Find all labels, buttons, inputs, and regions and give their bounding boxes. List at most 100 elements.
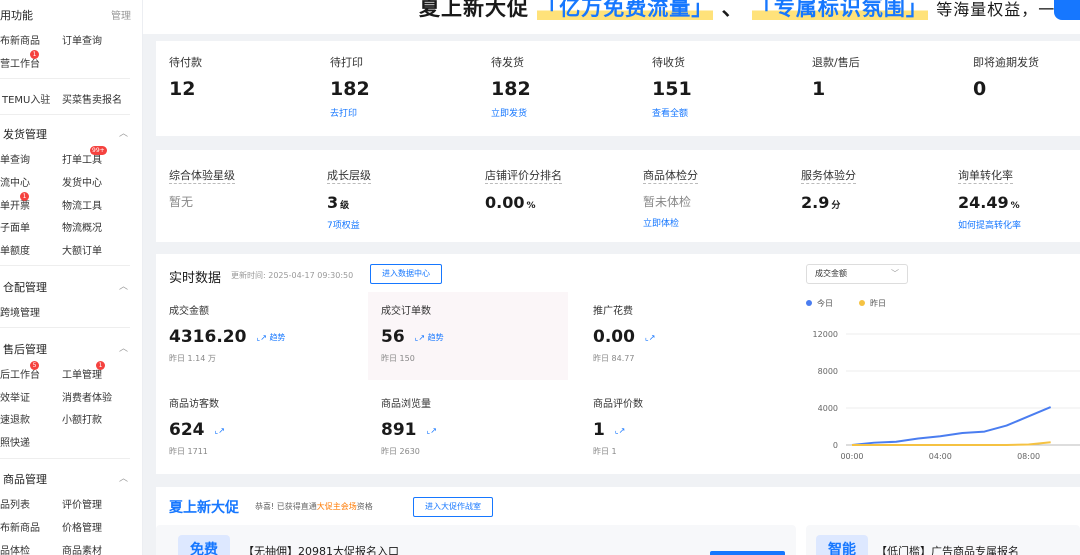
stat-refund[interactable]: 退款/售后 1 [812,54,860,100]
sidebar-item-consumer-exp[interactable]: 消费者体验 [62,389,112,404]
exp-product-check[interactable]: 商品体检分 暂未体检 立即体检 [643,164,698,229]
exp-value-text: 暂无 [169,195,194,209]
stat-overdue[interactable]: 即将逾期发货 0 [973,54,1039,100]
war-room-button[interactable]: 进入大促作战室 [413,497,493,517]
exp-label: 服务体验分 [801,169,856,184]
sidebar-item-logistics-overview[interactable]: 物流概况 [62,219,102,234]
trend-icon[interactable]: ⌞↗ [215,426,225,435]
stat-pending-receive[interactable]: 待收货 151 查看全额 [652,54,692,119]
rights-link[interactable]: 7项权益 [327,218,371,231]
promo-smart-entry[interactable]: 智能 【低门槛】广告商品专属报名 [806,525,1080,555]
chart-select-value: 成交金额 [815,269,847,278]
banner-button[interactable] [1054,0,1080,20]
sidebar-item-price[interactable]: 价格管理 [62,519,102,534]
section-warehouse-title: 仓配管理 [3,281,47,294]
order-stats-card: 待付款 12 待打印 182 去打印 待发货 182 立即发货 待收货 151 … [156,41,1080,136]
promo-card: 夏上新大促 恭喜! 已获得直通大促主会场资格 进入大促作战室 免费 【无抽佣】2… [156,487,1080,555]
metric-ad-spend[interactable]: 推广花费 0.00 ⌞↗ 昨日 84.77 [580,292,780,380]
sidebar-item-review-manage[interactable]: 评价管理 [62,496,102,511]
trend-link[interactable]: ⌞↗ 趋势 [256,332,285,343]
check-now-link[interactable]: 立即体检 [643,216,698,229]
metric-yesterday: 昨日 150 [381,354,415,363]
metric-orders[interactable]: 成交订单数 56 ⌞↗ 趋势 昨日 150 [368,292,568,380]
section-shipping[interactable]: 发货管理 ︿ [0,126,140,142]
trend-label: 趋势 [427,332,444,342]
trend-chart[interactable]: 0 4000 8000 12000 00:00 04:00 08:00 [800,324,1080,474]
legend-today[interactable]: 今日 [806,298,833,309]
metric-value: 56 [381,327,405,347]
sidebar-item-quota[interactable]: 单额度 [0,242,30,257]
metric-yesterday: 昨日 1 [593,447,617,456]
exp-value-text: 暂未体检 [643,195,692,209]
metric-visitors[interactable]: 商品访客数 624 ⌞↗ 昨日 1711 [156,385,356,473]
trend-icon[interactable]: ⌞↗ [427,426,437,435]
metric-yesterday: 昨日 84.77 [593,354,635,363]
section-aftersale[interactable]: 售后管理 ︿ [0,341,140,357]
promo-title: 夏上新大促 [169,500,239,516]
exp-star[interactable]: 综合体验星级 暂无 [169,164,235,210]
sidebar-item-ship-center[interactable]: 发货中心 [62,174,102,189]
exp-unit: 分 [831,201,841,211]
exp-unit: 级 [340,201,350,211]
metric-label: 商品评价数 [593,399,643,410]
exp-conversion[interactable]: 询单转化率 24.49% 如何提高转化率 [958,164,1021,231]
stat-value: 12 [169,78,196,100]
exp-label: 询单转化率 [958,169,1013,184]
chart-metric-select[interactable]: 成交金额 ﹀ [806,264,908,284]
stat-label: 待收货 [652,56,685,69]
exp-label: 商品体检分 [643,169,698,184]
sidebar-item-large-order[interactable]: 大额订单 [62,242,102,257]
stat-pending-ship[interactable]: 待发货 182 立即发货 [491,54,531,119]
sidebar-item-express[interactable]: 照快递 [0,434,30,449]
legend-yesterday[interactable]: 昨日 [859,298,886,309]
data-center-button[interactable]: 进入数据中心 [370,264,442,284]
sidebar-item-cross-border[interactable]: 跨境管理 [0,304,40,319]
section-product[interactable]: 商品管理 ︿ [0,471,140,487]
trend-icon[interactable]: ⌞↗ [615,426,625,435]
sidebar-item-small-pay[interactable]: 小额打款 [62,411,102,426]
stat-label: 退款/售后 [812,56,860,69]
sidebar-item-temu[interactable]: TEMU入驻 [2,91,50,106]
improve-conversion-link[interactable]: 如何提高转化率 [958,218,1021,231]
ship-now-link[interactable]: 立即发货 [491,106,531,119]
manage-link[interactable]: 管理 [111,7,131,22]
promo-free-entry[interactable]: 免费 【无抽佣】20981大促报名入口 [156,525,796,555]
sidebar-item-logistics-center[interactable]: 流中心 [0,174,30,189]
exp-service[interactable]: 服务体验分 2.9 分 [801,164,856,212]
stat-pending-payment[interactable]: 待付款 12 [169,54,202,100]
section-warehouse[interactable]: 仓配管理 ︿ [0,279,140,295]
trend-icon: ⌞↗ [256,332,267,342]
stat-label: 待付款 [169,56,202,69]
trend-icon[interactable]: ⌞↗ [645,333,655,342]
sidebar-item-publish[interactable]: 布新商品 [0,32,40,47]
sidebar-item-grocery[interactable]: 买菜售卖报名 [62,91,122,106]
sidebar-item-new-product[interactable]: 布新商品 [0,519,40,534]
smart-entry-text: 【低门槛】广告商品专属报名 [876,545,1019,555]
sidebar-item-order-query[interactable]: 订单查询 [62,32,102,47]
chevron-up-icon: ︿ [118,129,128,139]
exp-review-rank[interactable]: 店铺评价分排名 0.00% [485,164,562,212]
sidebar-item-e-waybill[interactable]: 子面单 [0,219,30,234]
exp-unit: % [526,201,536,211]
exp-growth-level[interactable]: 成长层级 3级 7项权益 [327,164,371,231]
sidebar-item-product-list[interactable]: 品列表 [0,496,30,511]
metric-gmv[interactable]: 成交金额 4316.20 ⌞↗ 趋势 昨日 1.14 万 [156,292,356,380]
metric-value: 0.00 [593,327,635,347]
free-entry-button[interactable] [710,551,785,555]
exp-value-text: 3 [327,193,339,212]
sidebar-item-material[interactable]: 商品素材 [62,542,102,555]
print-link[interactable]: 去打印 [330,106,370,119]
metric-pageviews[interactable]: 商品浏览量 891 ⌞↗ 昨日 2630 [368,385,568,473]
metric-reviews[interactable]: 商品评价数 1 ⌞↗ 昨日 1 [580,385,780,473]
stat-pending-print[interactable]: 待打印 182 去打印 [330,54,370,119]
sidebar-item-evidence[interactable]: 效举证 [0,389,30,404]
stat-value: 0 [973,78,987,100]
sidebar-item-quick-refund[interactable]: 速退款 [0,411,30,426]
realtime-card: 实时数据 更新时间: 2025-04-17 09:30:50 进入数据中心 成交… [156,254,1080,474]
sidebar-item-logistics-tool[interactable]: 物流工具 [62,197,102,212]
sidebar-item-ship-query[interactable]: 单查询 [0,151,30,166]
view-all-link[interactable]: 查看全额 [652,106,692,119]
promo-banner[interactable]: 夏上新大促 「亿万免费流量」 、 「专属标识氛围」 等海量权益，一步即享！ [143,0,1080,34]
trend-link[interactable]: ⌞↗ 趋势 [415,332,444,343]
sidebar-item-check[interactable]: 品体检 [0,542,30,555]
